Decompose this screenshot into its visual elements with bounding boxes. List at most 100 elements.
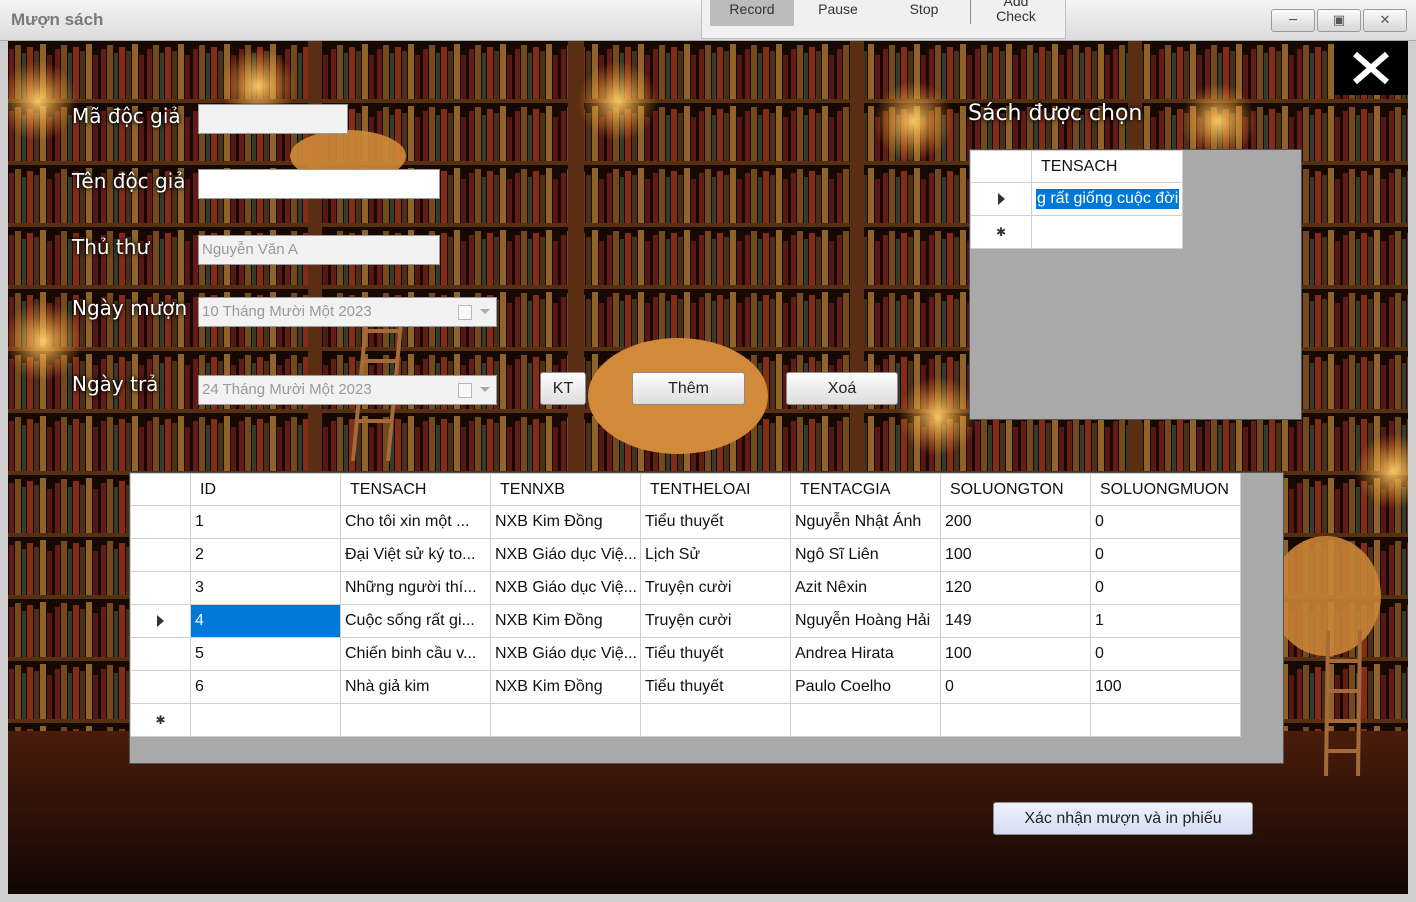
table-row[interactable]: 1 Cho tôi xin một ... NXB Kim Đồng Tiểu thu…	[130, 505, 1241, 539]
table-cell[interactable]	[340, 703, 491, 737]
table-cell[interactable]: NXB Giáo dục Việ...	[490, 538, 641, 572]
ma-doc-gia-input[interactable]	[198, 104, 348, 134]
row-header[interactable]	[130, 670, 191, 704]
table-cell[interactable]: g rất giống cuộc đời	[1031, 182, 1183, 216]
table-cell[interactable]: NXB Kim Đồng	[490, 670, 641, 704]
table-cell[interactable]	[640, 703, 791, 737]
chevron-down-icon[interactable]	[480, 387, 490, 392]
record-button[interactable]: Record	[710, 0, 794, 26]
table-cell[interactable]: Nhà giả kim	[340, 670, 491, 704]
table-cell[interactable]	[1090, 703, 1241, 737]
table-cell[interactable]: 6	[190, 670, 341, 704]
table-cell[interactable]: Ngô Sĩ Liên	[790, 538, 941, 572]
table-cell[interactable]	[490, 703, 641, 737]
books-grid[interactable]: ID TENSACH TENNXB TENTHELOAI TENTACGIA S…	[129, 472, 1284, 764]
table-cell[interactable]: 3	[190, 571, 341, 605]
table-row[interactable]: 3 Những người thí... NXB Giáo dục Việ... Tr…	[130, 571, 1241, 605]
table-cell[interactable]: 0	[1090, 571, 1241, 605]
pause-button[interactable]: Pause	[802, 0, 874, 26]
table-cell[interactable]: 4	[190, 604, 341, 638]
new-row[interactable]: ✱	[130, 703, 1241, 737]
stop-button[interactable]: Stop	[888, 0, 960, 26]
table-cell[interactable]: 1	[190, 505, 341, 539]
table-cell[interactable]: Truyện cười	[640, 604, 791, 638]
row-header[interactable]	[130, 571, 191, 605]
table-cell[interactable]: Cuộc sống rất gi...	[340, 604, 491, 638]
table-row[interactable]: 5 Chiến binh cầu v... NXB Giáo dục Việ... T…	[130, 637, 1241, 671]
chevron-down-icon[interactable]	[480, 309, 490, 314]
them-button[interactable]: Thêm	[632, 372, 745, 405]
table-cell[interactable]: Những người thí...	[340, 571, 491, 605]
table-cell[interactable]: 1	[1090, 604, 1241, 638]
table-row[interactable]: 4 Cuộc sống rất gi... NXB Kim Đồng Truyện c…	[130, 604, 1241, 638]
kt-button[interactable]: KT	[540, 372, 586, 405]
table-cell[interactable]: 2	[190, 538, 341, 572]
maximize-button[interactable]: ▣	[1317, 9, 1361, 32]
table-cell[interactable]: 5	[190, 637, 341, 671]
selected-books-grid[interactable]: TENSACH g rất giống cuộc đời ✱	[969, 149, 1302, 420]
table-cell[interactable]: Andrea Hirata	[790, 637, 941, 671]
table-cell[interactable]: NXB Kim Đồng	[490, 604, 641, 638]
ten-doc-gia-input[interactable]	[198, 169, 440, 199]
table-cell[interactable]: 100	[940, 538, 1091, 572]
xoa-button[interactable]: Xoá	[786, 372, 898, 405]
table-cell[interactable]: NXB Kim Đồng	[490, 505, 641, 539]
confirm-borrow-print-button[interactable]: Xác nhận mượn và in phiếu	[993, 802, 1253, 835]
table-cell[interactable]: Nguyễn Hoàng Hải	[790, 604, 941, 638]
new-row[interactable]: ✱	[970, 215, 1183, 249]
close-button[interactable]: ✕	[1363, 9, 1407, 32]
row-header[interactable]	[130, 505, 191, 539]
column-header-tensach[interactable]: TENSACH	[1031, 150, 1183, 183]
row-header[interactable]: ✱	[130, 703, 191, 737]
table-cell[interactable]: 149	[940, 604, 1091, 638]
table-cell[interactable]: Azit Nêxin	[790, 571, 941, 605]
add-check-button[interactable]: Add Check	[980, 0, 1052, 24]
table-cell[interactable]: 0	[940, 670, 1091, 704]
column-header-tentacgia[interactable]: TENTACGIA	[790, 473, 941, 506]
table-cell[interactable]	[1031, 215, 1183, 249]
table-cell[interactable]: 0	[1090, 637, 1241, 671]
table-cell[interactable]: Nguyễn Nhật Ánh	[790, 505, 941, 539]
table-cell[interactable]: 0	[1090, 505, 1241, 539]
ngay-muon-datepicker[interactable]: 10 Tháng Mười Một 2023	[198, 297, 497, 327]
table-cell[interactable]: Lịch Sử	[640, 538, 791, 572]
ngay-tra-datepicker[interactable]: 24 Tháng Mười Một 2023	[198, 375, 497, 405]
row-header[interactable]	[130, 604, 191, 638]
table-cell[interactable]: Đại Việt sử ký to...	[340, 538, 491, 572]
table-cell[interactable]: Cho tôi xin một ...	[340, 505, 491, 539]
column-header-tentheloai[interactable]: TENTHELOAI	[640, 473, 791, 506]
column-header-tennxb[interactable]: TENNXB	[490, 473, 641, 506]
calendar-icon[interactable]	[458, 305, 472, 320]
table-cell[interactable]: Tiểu thuyết	[640, 637, 791, 671]
column-header-tensach[interactable]: TENSACH	[340, 473, 491, 506]
column-header-id[interactable]: ID	[190, 473, 341, 506]
table-cell[interactable]: NXB Giáo dục Việ...	[490, 571, 641, 605]
column-header-soluongmuon[interactable]: SOLUONGMUON	[1090, 473, 1241, 506]
table-row[interactable]: 6 Nhà giả kim NXB Kim Đồng Tiểu thuyết Paulo…	[130, 670, 1241, 704]
form-close-button[interactable]	[1334, 41, 1408, 95]
table-cell[interactable]: Tiểu thuyết	[640, 670, 791, 704]
table-cell[interactable]: NXB Giáo dục Việ...	[490, 637, 641, 671]
minimize-button[interactable]: ─	[1271, 9, 1315, 32]
table-cell[interactable]: Paulo Coelho	[790, 670, 941, 704]
table-cell[interactable]: Tiểu thuyết	[640, 505, 791, 539]
table-cell[interactable]: 100	[940, 637, 1091, 671]
thu-thu-input[interactable]: Nguyễn Văn A	[198, 235, 440, 265]
row-header[interactable]: ✱	[970, 215, 1032, 249]
row-header[interactable]	[970, 182, 1032, 216]
table-cell[interactable]: Truyện cười	[640, 571, 791, 605]
table-row[interactable]: g rất giống cuộc đời	[970, 182, 1183, 216]
table-cell[interactable]: Chiến binh cầu v...	[340, 637, 491, 671]
table-cell[interactable]: 120	[940, 571, 1091, 605]
table-cell[interactable]	[940, 703, 1091, 737]
table-cell[interactable]	[190, 703, 341, 737]
row-header[interactable]	[130, 637, 191, 671]
column-header-soluongton[interactable]: SOLUONGTON	[940, 473, 1091, 506]
table-cell[interactable]: 200	[940, 505, 1091, 539]
row-header[interactable]	[130, 538, 191, 572]
table-row[interactable]: 2 Đại Việt sử ký to... NXB Giáo dục Việ...…	[130, 538, 1241, 572]
table-cell[interactable]	[790, 703, 941, 737]
calendar-icon[interactable]	[458, 383, 472, 398]
table-cell[interactable]: 100	[1090, 670, 1241, 704]
table-cell[interactable]: 0	[1090, 538, 1241, 572]
